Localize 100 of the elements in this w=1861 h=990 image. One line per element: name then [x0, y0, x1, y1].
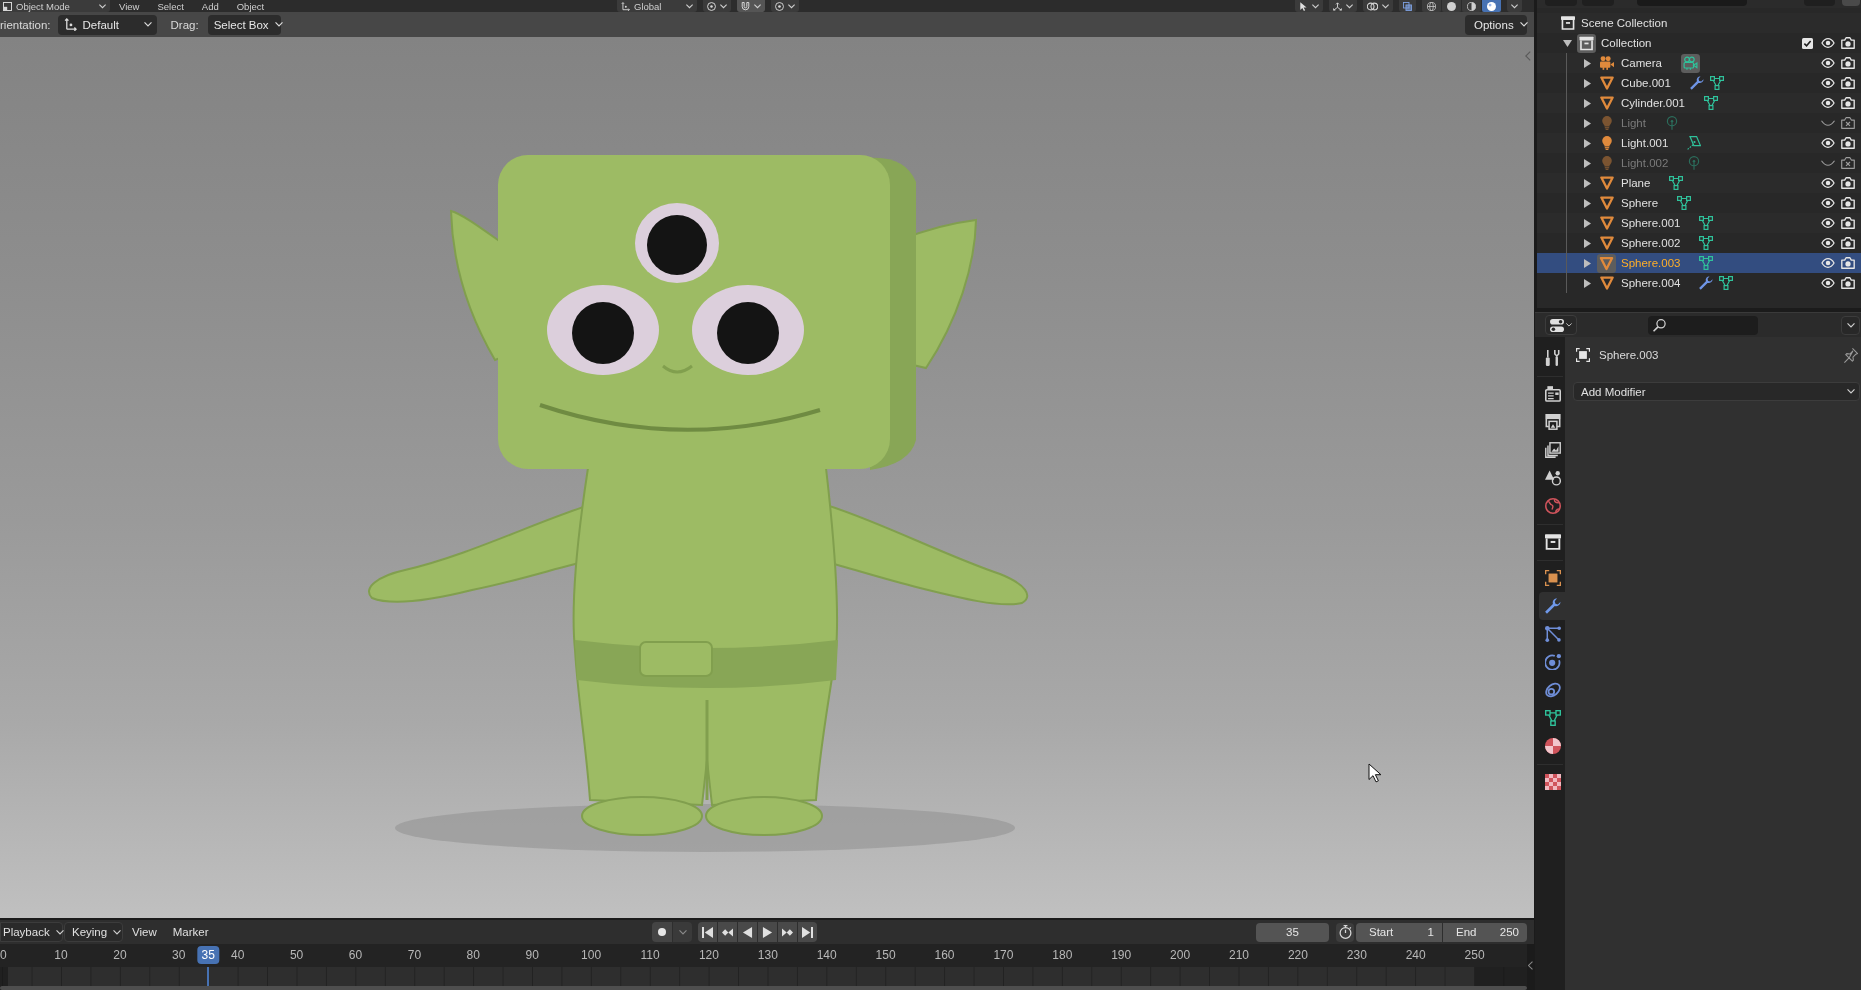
- disclosure-triangle-icon[interactable]: [1583, 218, 1591, 228]
- playhead[interactable]: 35: [197, 946, 219, 964]
- chevron-left-icon[interactable]: [1528, 961, 1533, 970]
- menu-item[interactable]: Object: [227, 0, 274, 12]
- orientation-dropdown[interactable]: Global: [617, 0, 697, 12]
- caret-icon: [1566, 323, 1572, 327]
- camera-icon[interactable]: [1841, 77, 1855, 89]
- drag-dropdown[interactable]: Select Box: [207, 14, 281, 35]
- disclosure-triangle-icon[interactable]: [1583, 138, 1591, 148]
- checkbox[interactable]: [1802, 37, 1813, 49]
- preview-range-button[interactable]: [1336, 922, 1354, 942]
- shading-button[interactable]: [1482, 0, 1501, 12]
- disclosure-triangle-icon[interactable]: [1583, 78, 1591, 88]
- shading-button[interactable]: [1462, 0, 1481, 12]
- snap-button[interactable]: [737, 0, 765, 12]
- closed-eye-icon[interactable]: [1821, 160, 1835, 166]
- caret-icon: [143, 22, 152, 27]
- frame-number: 240: [1405, 949, 1426, 962]
- frame-ruler[interactable]: 0 10 20 30 35 40 50 60 70 80 90 100 110 120 130 140 150 160 170 180 190 200 210 220 230 240 250: [0, 944, 1527, 967]
- disclosure-triangle-icon[interactable]: [1583, 198, 1591, 208]
- camera-icon[interactable]: [1841, 197, 1855, 209]
- eye-icon[interactable]: [1821, 178, 1835, 188]
- camera-icon[interactable]: [1841, 257, 1855, 269]
- caret-icon: [113, 929, 122, 935]
- camera-icon[interactable]: [1841, 137, 1855, 149]
- mesh-triangle-icon: [1545, 710, 1561, 726]
- current-frame-field[interactable]: 35: [1256, 922, 1329, 942]
- eye-icon[interactable]: [1821, 238, 1835, 248]
- frame-number: 110: [640, 949, 660, 962]
- start-frame-field[interactable]: Start 1: [1356, 922, 1442, 942]
- disclosure-triangle-icon[interactable]: [1583, 158, 1591, 168]
- disclosure-triangle-icon[interactable]: [1583, 118, 1591, 128]
- jump-to-end-button[interactable]: [798, 922, 817, 942]
- disclosure-triangle-icon[interactable]: [1583, 278, 1591, 288]
- menu-item[interactable]: Add: [192, 0, 228, 12]
- end-frame-field[interactable]: End 250: [1443, 922, 1527, 942]
- eye-icon[interactable]: [1821, 198, 1835, 208]
- eye-icon[interactable]: [1821, 38, 1835, 48]
- next-keyframe-button[interactable]: [778, 922, 797, 942]
- sphere-icon: [1545, 738, 1561, 754]
- frame-number: 40: [231, 949, 245, 962]
- shading-button[interactable]: [1422, 0, 1441, 12]
- proportional-edit-button[interactable]: [771, 0, 799, 12]
- pivot-dropdown[interactable]: [703, 0, 731, 12]
- camera-icon[interactable]: [1841, 277, 1855, 289]
- camera-icon[interactable]: [1841, 177, 1855, 189]
- options-dropdown[interactable]: Options: [1465, 14, 1527, 35]
- pin-icon[interactable]: [1844, 347, 1858, 363]
- eye-icon[interactable]: [1821, 278, 1835, 288]
- menu-item[interactable]: Marker: [164, 922, 217, 942]
- camera-icon[interactable]: [1841, 97, 1855, 109]
- mode-dropdown[interactable]: Object Mode: [0, 0, 110, 12]
- jump-to-start-button[interactable]: [698, 922, 717, 942]
- disclosure-triangle-icon[interactable]: [1583, 98, 1591, 108]
- frame-number: 200: [1170, 949, 1191, 962]
- xray-button[interactable]: [1399, 0, 1416, 12]
- camera-icon[interactable]: [1841, 57, 1855, 69]
- camera-icon[interactable]: [1841, 37, 1855, 49]
- orientation-dropdown[interactable]: Default: [57, 14, 157, 35]
- shading-button[interactable]: [1442, 0, 1461, 12]
- options-dropdown[interactable]: [1841, 315, 1860, 335]
- half-sphere-icon: [1467, 1, 1476, 11]
- camera-icon[interactable]: [1841, 217, 1855, 229]
- editor-type-dropdown[interactable]: [1545, 315, 1577, 335]
- menu-dropdown[interactable]: Playback: [0, 922, 63, 942]
- eye-icon[interactable]: [1821, 78, 1835, 88]
- menu-item[interactable]: Select: [148, 0, 193, 12]
- play-button[interactable]: [758, 922, 777, 942]
- object-name: Light: [1621, 117, 1646, 129]
- object-name: Sphere.003: [1599, 349, 1659, 361]
- eye-icon[interactable]: [1821, 98, 1835, 108]
- eye-icon[interactable]: [1821, 58, 1835, 68]
- menu-item[interactable]: View: [110, 0, 149, 12]
- disclosure-triangle-icon[interactable]: [1583, 178, 1591, 188]
- overlapping-circles-icon: [1367, 1, 1378, 11]
- disclosure-triangle-icon[interactable]: [1583, 58, 1591, 68]
- frame-number: 70: [407, 949, 422, 962]
- disclosure-triangle-icon[interactable]: [1583, 238, 1591, 248]
- previous-keyframe-button[interactable]: [718, 922, 737, 942]
- eye-icon[interactable]: [1821, 138, 1835, 148]
- square-icon: [1545, 570, 1561, 586]
- play-reverse-button[interactable]: [738, 922, 757, 942]
- menu-dropdown[interactable]: Keying: [64, 922, 123, 942]
- eye-icon[interactable]: [1821, 258, 1835, 268]
- shading-dropdown[interactable]: [1507, 0, 1522, 12]
- object-name: Sphere.004: [1621, 277, 1681, 289]
- outliner-row[interactable]: Sphere.003: [1537, 253, 1861, 273]
- scrollbar[interactable]: [0, 986, 1527, 990]
- disclosure-triangle-icon[interactable]: [1562, 39, 1572, 47]
- disclosure-triangle-icon[interactable]: [1583, 258, 1591, 268]
- gizmo-dropdown[interactable]: [1329, 0, 1357, 12]
- add-modifier-dropdown[interactable]: Add Modifier: [1573, 382, 1860, 401]
- record-button[interactable]: [652, 922, 672, 942]
- camera-icon[interactable]: [1841, 237, 1855, 249]
- menu-item[interactable]: View: [124, 922, 165, 942]
- selectability-dropdown[interactable]: [1295, 0, 1323, 12]
- closed-eye-icon[interactable]: [1821, 120, 1835, 126]
- overlays-dropdown[interactable]: [1363, 0, 1393, 12]
- eye-icon[interactable]: [1821, 218, 1835, 228]
- search-field[interactable]: [1648, 315, 1758, 335]
